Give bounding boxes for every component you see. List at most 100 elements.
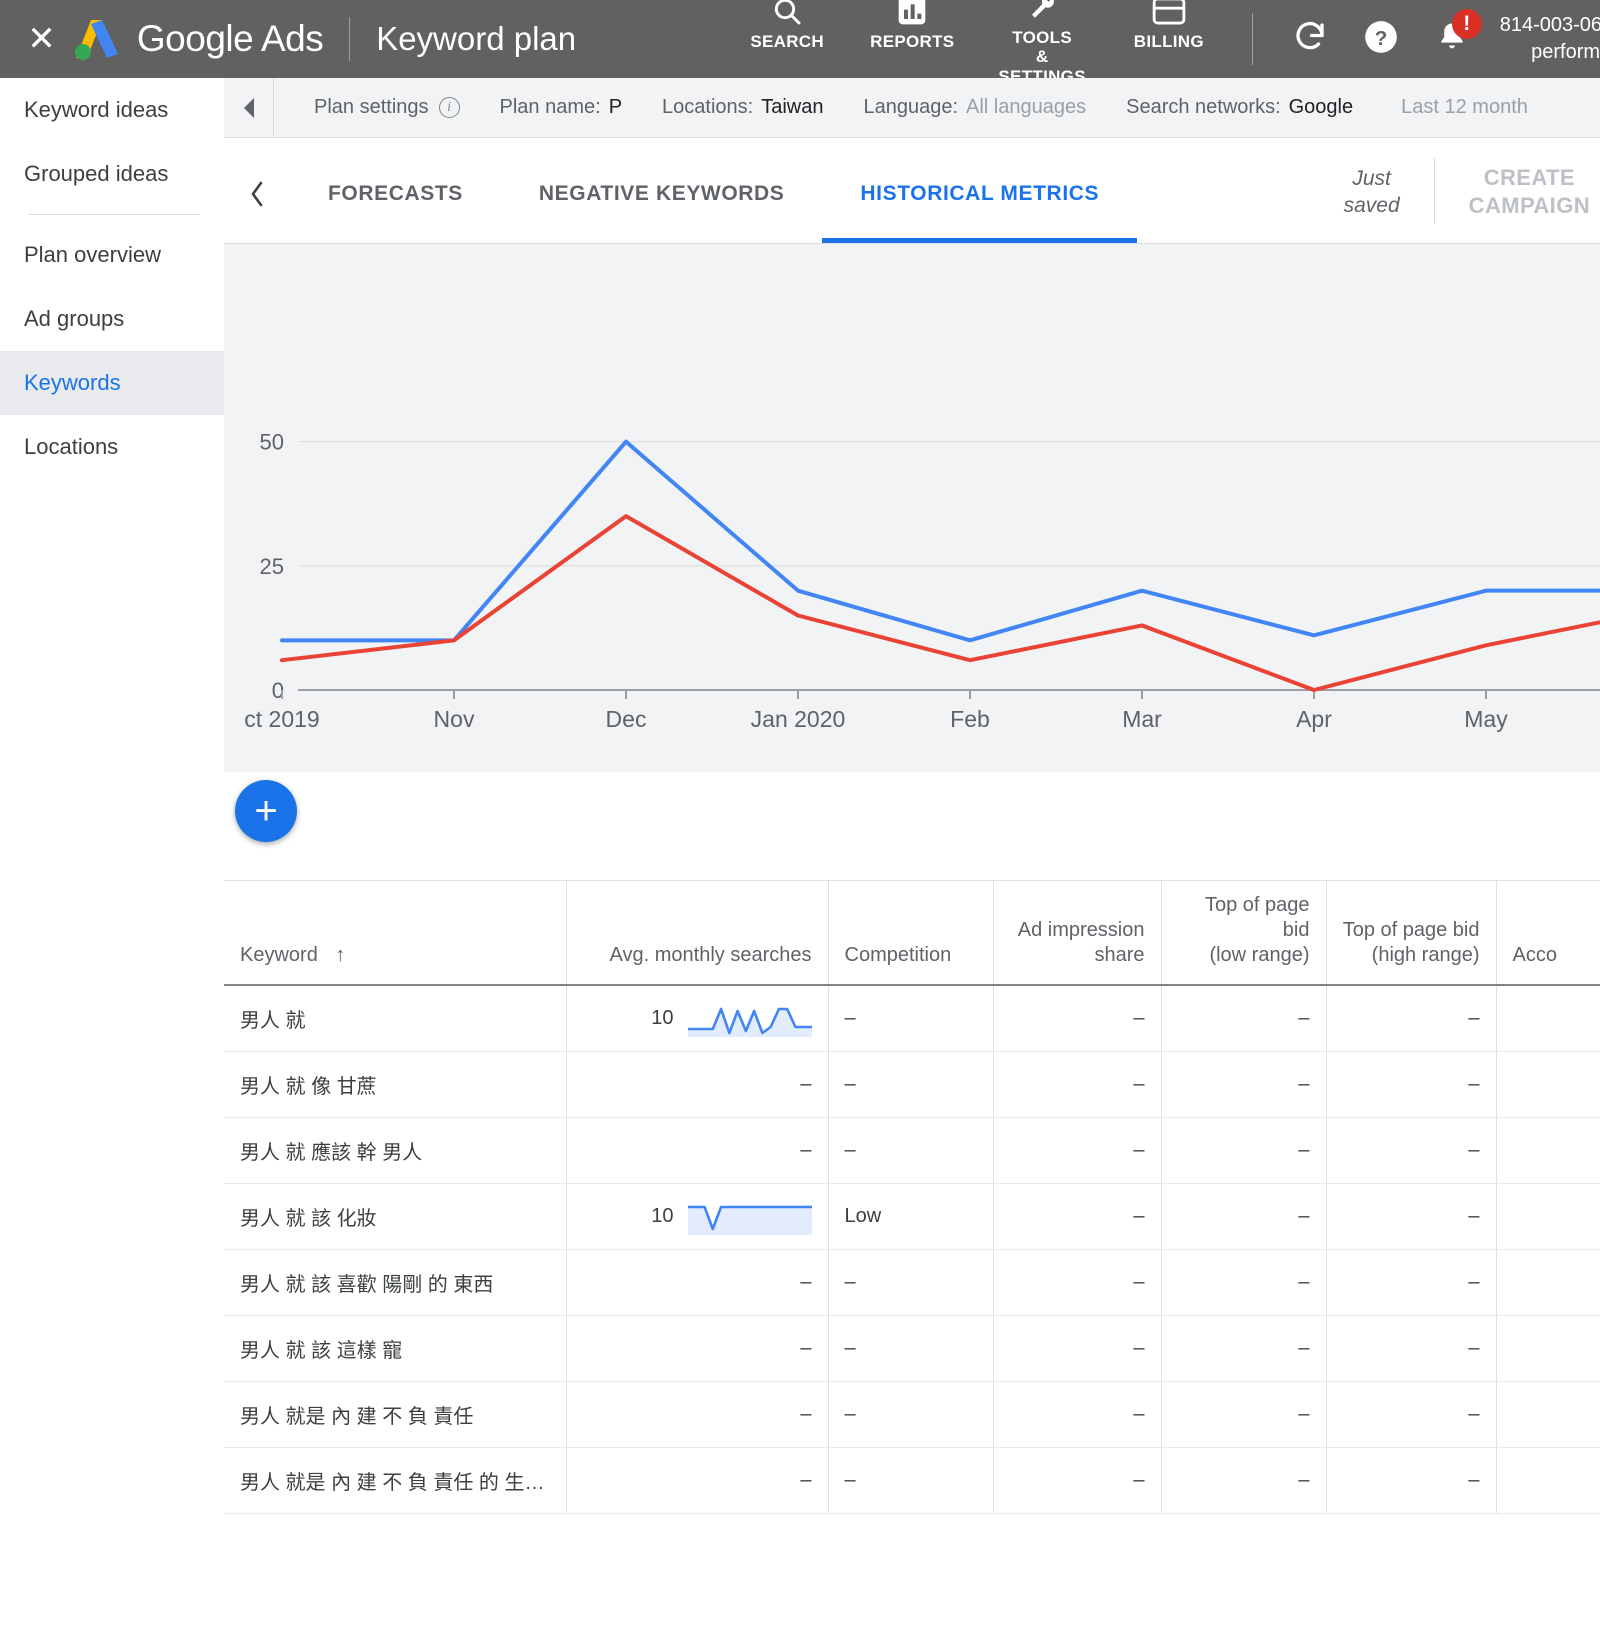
create-campaign-button[interactable]: CREATE CAMPAIGN (1469, 162, 1600, 219)
cell-keyword[interactable]: 男人 就 該 喜歡 陽剛 的 東西 (224, 1249, 566, 1315)
help-button[interactable]: ? (1356, 13, 1407, 65)
column-header-bidhigh-line1: Top of page bid (1343, 919, 1480, 941)
plus-icon: + (254, 791, 277, 831)
table-row[interactable]: 男人 就 像 甘蔗––––– (224, 1051, 1600, 1117)
sidebar-item-keyword-ideas[interactable]: Keyword ideas (0, 78, 224, 142)
table-row[interactable]: 男人 就10–––– (224, 985, 1600, 1051)
cell-ad-impression-share: – (993, 985, 1161, 1051)
help-icon: ? (1362, 18, 1400, 61)
sidebar-item-locations[interactable]: Locations (0, 415, 224, 479)
collapse-panel-button[interactable] (224, 78, 274, 138)
nav-tools-and-settings[interactable]: TOOLS & SETTINGS (998, 0, 1085, 86)
cell-avg-monthly-searches: – (566, 1381, 828, 1447)
cell-keyword[interactable]: 男人 就是 內 建 不 負 責任 (224, 1381, 566, 1447)
add-keyword-button[interactable]: + (235, 780, 297, 842)
table-row[interactable]: 男人 就 應該 幹 男人––––– (224, 1117, 1600, 1183)
cell-top-of-page-bid-high: – (1326, 1249, 1496, 1315)
tab-forecasts[interactable]: FORECASTS (290, 138, 501, 243)
cell-keyword[interactable]: 男人 就 該 這樣 寵 (224, 1315, 566, 1381)
table-row[interactable]: 男人 就是 內 建 不 負 責任––––– (224, 1381, 1600, 1447)
column-header-keyword[interactable]: Keyword ↑ (224, 881, 566, 985)
cell-account-status (1496, 1315, 1600, 1381)
sidebar-item-plan-overview[interactable]: Plan overview (0, 223, 224, 287)
cell-top-of-page-bid-low: – (1161, 1117, 1326, 1183)
arrow-up-icon: ↑ (335, 944, 345, 966)
column-header-account-status[interactable]: Acco (1496, 881, 1600, 985)
tab-historical-metrics[interactable]: HISTORICAL METRICS (822, 138, 1137, 243)
chevron-left-icon (241, 97, 257, 119)
search-networks-label: Search networks: (1126, 96, 1281, 119)
sidebar-item-keywords[interactable]: Keywords (0, 351, 224, 415)
table-row[interactable]: 男人 就 該 化妝10Low––– (224, 1183, 1600, 1249)
tab-negative-keywords-label: NEGATIVE KEYWORDS (539, 182, 785, 206)
close-button[interactable]: ✕ (14, 22, 69, 56)
cell-account-status (1496, 1183, 1600, 1249)
cell-top-of-page-bid-low: – (1161, 1315, 1326, 1381)
avg-with-sparkline: 10 (583, 999, 812, 1037)
tab-bar-right: Just saved CREATE CAMPAIGN (1344, 138, 1600, 243)
save-status: Just saved (1344, 162, 1400, 219)
chart-series-0 (282, 442, 1600, 641)
cell-ad-impression-share: – (993, 1249, 1161, 1315)
column-header-top-of-page-bid-high[interactable]: Top of page bid (high range) (1326, 881, 1496, 985)
nav-tools-label-line1: TOOLS (1012, 28, 1072, 47)
reports-icon (896, 0, 928, 30)
language-entry[interactable]: Language: All languages (863, 96, 1086, 119)
plan-name-label: Plan name: (500, 96, 601, 119)
chart-series-1 (282, 516, 1600, 690)
cell-keyword[interactable]: 男人 就 像 甘蔗 (224, 1051, 566, 1117)
tabs-scroll-left-button[interactable] (224, 138, 290, 243)
cell-top-of-page-bid-high: – (1326, 1117, 1496, 1183)
app-header: ✕ Google Ads Keyword plan SEARCH (0, 0, 1600, 78)
info-icon[interactable]: i (439, 97, 460, 118)
column-header-avg-label: Avg. monthly searches (610, 944, 812, 966)
tab-historical-metrics-label: HISTORICAL METRICS (860, 182, 1099, 206)
cell-keyword[interactable]: 男人 就 (224, 985, 566, 1051)
x-axis-tick-3: Jan 2020 (751, 706, 846, 732)
save-status-line2: saved (1344, 193, 1400, 219)
nav-billing[interactable]: BILLING (1130, 0, 1208, 51)
plan-name-entry[interactable]: Plan name: P (500, 96, 623, 119)
cell-competition: – (828, 985, 993, 1051)
sidebar-item-ad-groups[interactable]: Ad groups (0, 287, 224, 351)
notifications-button[interactable]: ! (1427, 13, 1478, 65)
sidebar-item-grouped-ideas[interactable]: Grouped ideas (0, 142, 224, 206)
table-row[interactable]: 男人 就 該 這樣 寵––––– (224, 1315, 1600, 1381)
cell-ad-impression-share: – (993, 1381, 1161, 1447)
column-header-top-of-page-bid-low[interactable]: Top of page bid (low range) (1161, 881, 1326, 985)
locations-entry[interactable]: Locations: Taiwan (662, 96, 823, 119)
cell-avg-monthly-searches: – (566, 1051, 828, 1117)
sidebar: Keyword ideas Grouped ideas Plan overvie… (0, 78, 224, 1627)
cell-account-status (1496, 1249, 1600, 1315)
main-content: Plan settings i Plan name: P Locations: … (224, 78, 1600, 1627)
nav-search[interactable]: SEARCH (748, 0, 826, 51)
nav-reports-label: REPORTS (870, 32, 954, 51)
column-header-account-label: Acco (1513, 944, 1557, 966)
cell-keyword[interactable]: 男人 就 該 化妝 (224, 1183, 566, 1249)
date-range-value: Last 12 month (1401, 96, 1528, 119)
table-row[interactable]: 男人 就 該 喜歡 陽剛 的 東西––––– (224, 1249, 1600, 1315)
cell-ad-impression-share: – (993, 1051, 1161, 1117)
date-range-entry[interactable]: Last 12 month (1393, 96, 1528, 119)
tab-bar: FORECASTS NEGATIVE KEYWORDS HISTORICAL M… (224, 138, 1600, 244)
cell-ad-impression-share: – (993, 1183, 1161, 1249)
tab-bar-divider (1434, 158, 1435, 224)
table-row[interactable]: 男人 就是 內 建 不 負 責任 的 生…––––– (224, 1447, 1600, 1513)
keywords-table: Keyword ↑ Avg. monthly searches Competit… (224, 881, 1600, 1514)
account-id: 814-003-06 (1500, 12, 1600, 39)
refresh-button[interactable] (1285, 13, 1336, 65)
account-info[interactable]: 814-003-06 perform (1500, 12, 1600, 66)
column-header-ad-impression-share[interactable]: Ad impression share (993, 881, 1161, 985)
column-header-competition[interactable]: Competition (828, 881, 993, 985)
chevron-left-icon (250, 181, 265, 207)
plan-settings-entry[interactable]: Plan settings i (314, 96, 460, 119)
nav-reports[interactable]: REPORTS (870, 0, 954, 51)
cell-competition: – (828, 1447, 993, 1513)
cell-keyword[interactable]: 男人 就是 內 建 不 負 責任 的 生… (224, 1447, 566, 1513)
cell-top-of-page-bid-low: – (1161, 1051, 1326, 1117)
cell-keyword[interactable]: 男人 就 應該 幹 男人 (224, 1117, 566, 1183)
avg-value: 10 (651, 1205, 673, 1228)
search-networks-entry[interactable]: Search networks: Google (1126, 96, 1353, 119)
tab-negative-keywords[interactable]: NEGATIVE KEYWORDS (501, 138, 823, 243)
column-header-avg-monthly-searches[interactable]: Avg. monthly searches (566, 881, 828, 985)
